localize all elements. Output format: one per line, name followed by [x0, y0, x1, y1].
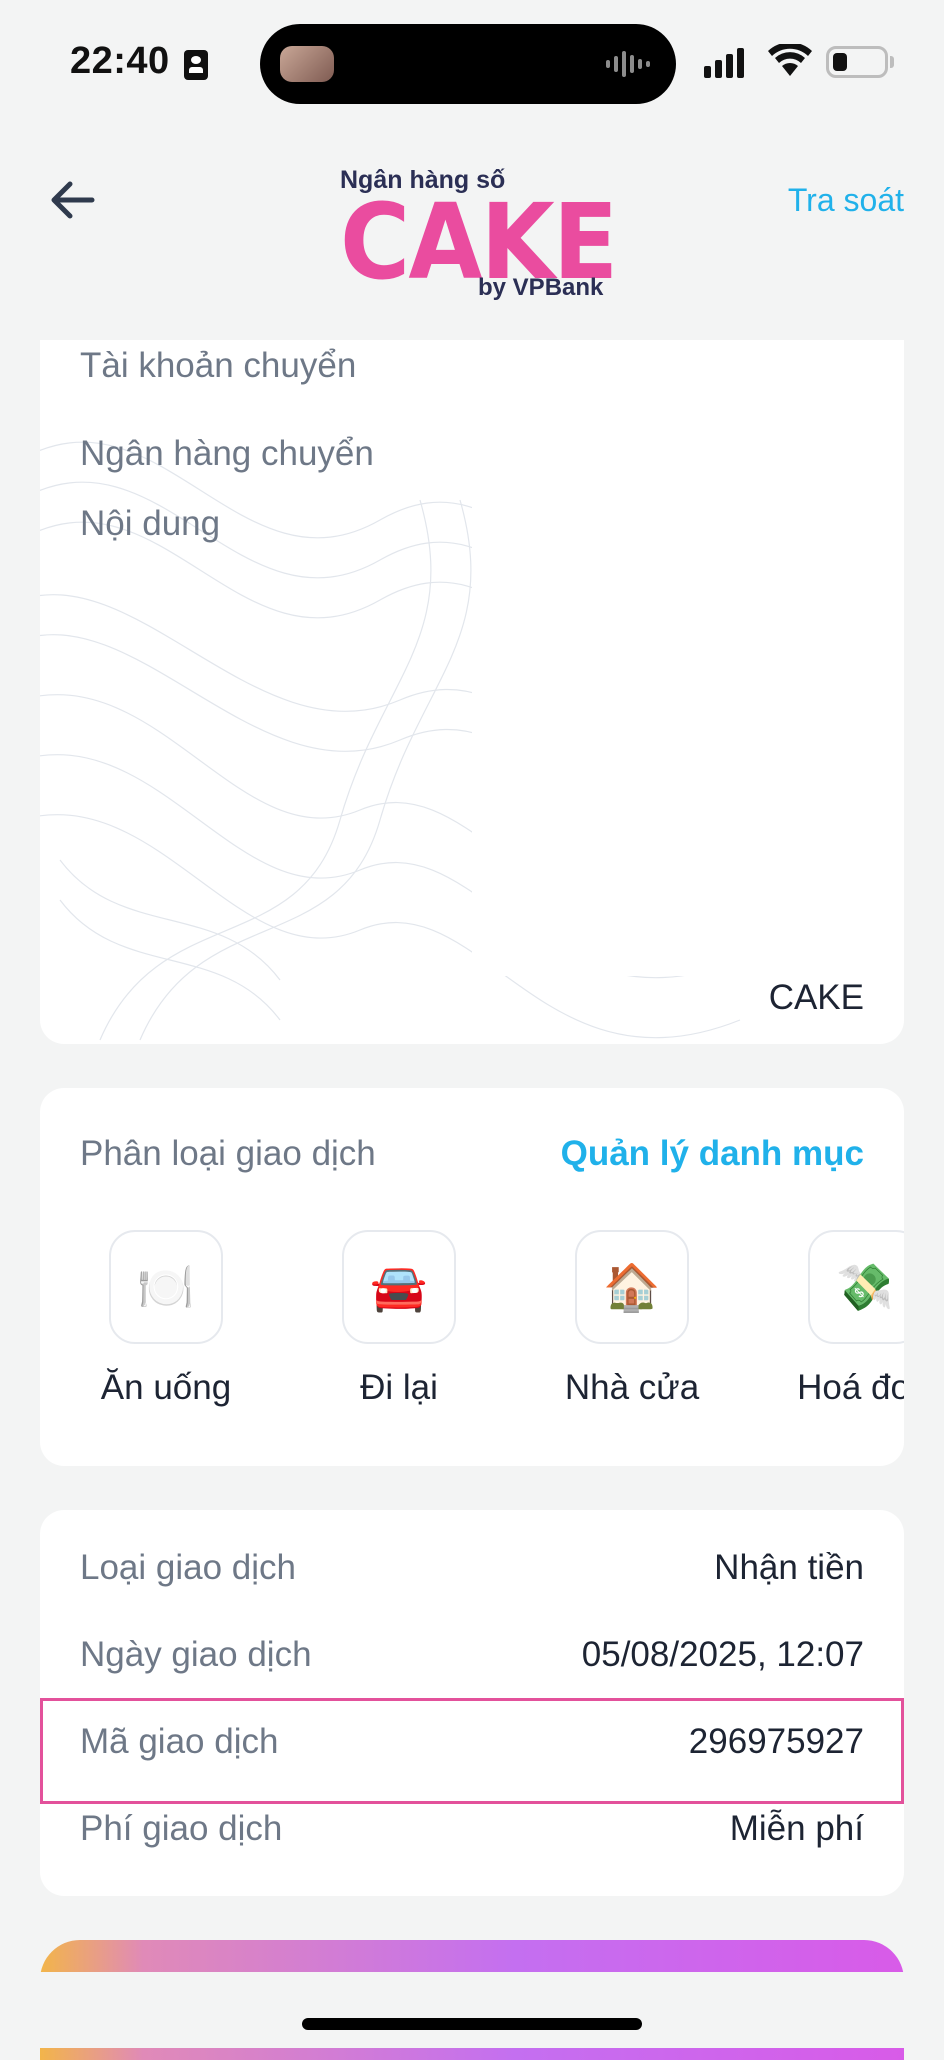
- category-nha-cua[interactable]: 🏠 Nhà cửa: [542, 1230, 722, 1408]
- transfer-account-label: Tài khoản chuyển: [80, 346, 357, 385]
- detail-value: Miễn phí: [729, 1809, 864, 1848]
- category-title: Phân loại giao dịch: [80, 1134, 376, 1173]
- category-di-lai[interactable]: 🚘 Đi lại: [309, 1230, 489, 1408]
- transfer-bank-label: Ngân hàng chuyển: [80, 434, 374, 473]
- category-card: Phân loại giao dịch Quản lý danh mục 🍽️ …: [40, 1088, 904, 1466]
- tra-soat-button[interactable]: Tra soát: [788, 182, 904, 219]
- redacted-value-area: [472, 340, 904, 976]
- audio-wave-icon: [606, 50, 650, 78]
- category-hoa-don[interactable]: 💸 Hoá đơn: [775, 1230, 904, 1408]
- category-an-uong[interactable]: 🍽️ Ăn uống: [76, 1230, 256, 1408]
- home-indicator[interactable]: [302, 2018, 642, 2030]
- battery-tip: [890, 56, 894, 68]
- wifi-icon: [768, 44, 812, 76]
- detail-row-date: Ngày giao dịch 05/08/2025, 12:07: [40, 1611, 904, 1699]
- money-with-wings-icon: 💸: [808, 1230, 904, 1344]
- content-label: Nội dung: [80, 504, 221, 543]
- category-label: Ăn uống: [100, 1368, 232, 1407]
- status-time: 22:40: [70, 40, 170, 82]
- detail-label: Ngày giao dịch: [80, 1635, 312, 1674]
- detail-label: Loại giao dịch: [80, 1548, 296, 1587]
- house-icon: 🏠: [575, 1230, 689, 1344]
- id-card-icon: [184, 50, 208, 80]
- category-label: Hoá đơn: [797, 1368, 904, 1407]
- transaction-id-highlight: [40, 1698, 904, 1804]
- battery-icon: [826, 46, 888, 78]
- detail-row-type: Loại giao dịch Nhận tiền: [40, 1524, 904, 1612]
- transfer-info-card: Tài khoản chuyển Ngân hàng chuyển Nội du…: [40, 340, 904, 1044]
- manage-categories-link[interactable]: Quản lý danh mục: [561, 1134, 864, 1174]
- category-label: Nhà cửa: [564, 1368, 700, 1407]
- detail-value: 05/08/2025, 12:07: [581, 1635, 864, 1674]
- detail-label: Phí giao dịch: [80, 1809, 283, 1848]
- car-icon: 🚘: [342, 1230, 456, 1344]
- dynamic-island[interactable]: [260, 24, 676, 104]
- dining-plate-icon: 🍽️: [109, 1230, 223, 1344]
- media-thumbnail: [280, 46, 334, 82]
- transfer-bank-value: CAKE: [768, 978, 864, 1017]
- cellular-signal-icon: [704, 48, 744, 78]
- brand-subtitle: by VPBank: [478, 274, 604, 301]
- back-arrow-icon[interactable]: [44, 176, 100, 224]
- bottom-safe-area: [0, 1972, 944, 2048]
- detail-value: Nhận tiền: [714, 1548, 864, 1587]
- category-label: Đi lại: [360, 1368, 438, 1407]
